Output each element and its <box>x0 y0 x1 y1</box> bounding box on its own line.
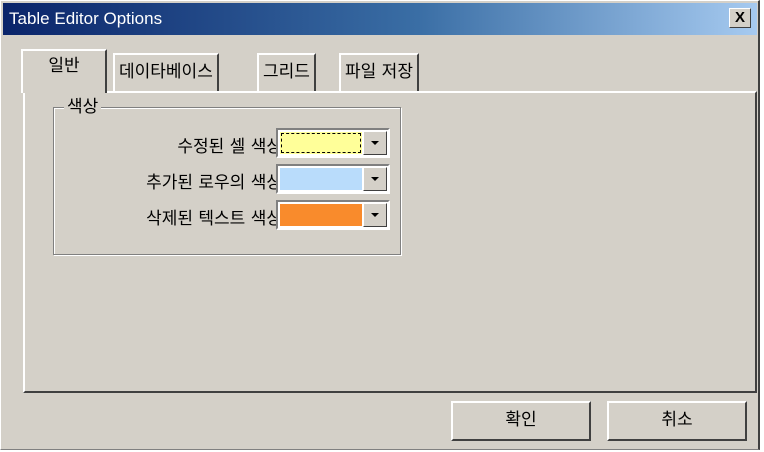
tab-general[interactable]: 일반 <box>21 49 107 93</box>
added-row-color-picker[interactable] <box>276 164 390 194</box>
modified-cell-color-swatch <box>280 132 362 154</box>
deleted-text-color-row: 삭제된 텍스트 색상 <box>54 200 394 230</box>
deleted-text-color-dropdown-button[interactable] <box>363 203 387 227</box>
added-row-color-row: 추가된 로우의 색상 <box>54 164 394 194</box>
added-row-color-label: 추가된 로우의 색상 <box>146 173 282 193</box>
added-row-color-swatch <box>280 168 362 190</box>
deleted-text-color-label: 삭제된 텍스트 색상 <box>146 209 282 229</box>
ok-button[interactable]: 확인 <box>451 401 591 441</box>
tab-database[interactable]: 데이타베이스 <box>113 53 219 93</box>
tab-panel-general: 색상 수정된 셀 색상 추가된 로우의 색상 삭제된 텍스트 색상 <box>23 91 757 393</box>
color-group-legend: 색상 <box>64 97 102 117</box>
chevron-down-icon <box>371 213 379 217</box>
chevron-down-icon <box>371 141 379 145</box>
close-icon: X <box>734 9 745 26</box>
tab-file-save[interactable]: 파일 저장 <box>339 53 419 93</box>
close-button[interactable]: X <box>729 8 751 28</box>
deleted-text-color-swatch <box>280 204 362 226</box>
added-row-color-dropdown-button[interactable] <box>363 167 387 191</box>
window-title: Table Editor Options <box>9 9 163 28</box>
title-bar[interactable]: Table Editor Options X <box>3 3 757 35</box>
tab-grid[interactable]: 그리드 <box>257 53 316 93</box>
deleted-text-color-picker[interactable] <box>276 200 390 230</box>
options-dialog: Table Editor Options X 일반 데이타베이스 그리드 파일 … <box>0 0 760 450</box>
color-groupbox: 색상 수정된 셀 색상 추가된 로우의 색상 삭제된 텍스트 색상 <box>53 97 401 255</box>
cancel-button[interactable]: 취소 <box>607 401 747 441</box>
chevron-down-icon <box>371 177 379 181</box>
modified-cell-color-row: 수정된 셀 색상 <box>54 128 394 158</box>
modified-cell-color-picker[interactable] <box>276 128 390 158</box>
modified-cell-color-dropdown-button[interactable] <box>363 131 387 155</box>
modified-cell-color-label: 수정된 셀 색상 <box>177 137 282 157</box>
